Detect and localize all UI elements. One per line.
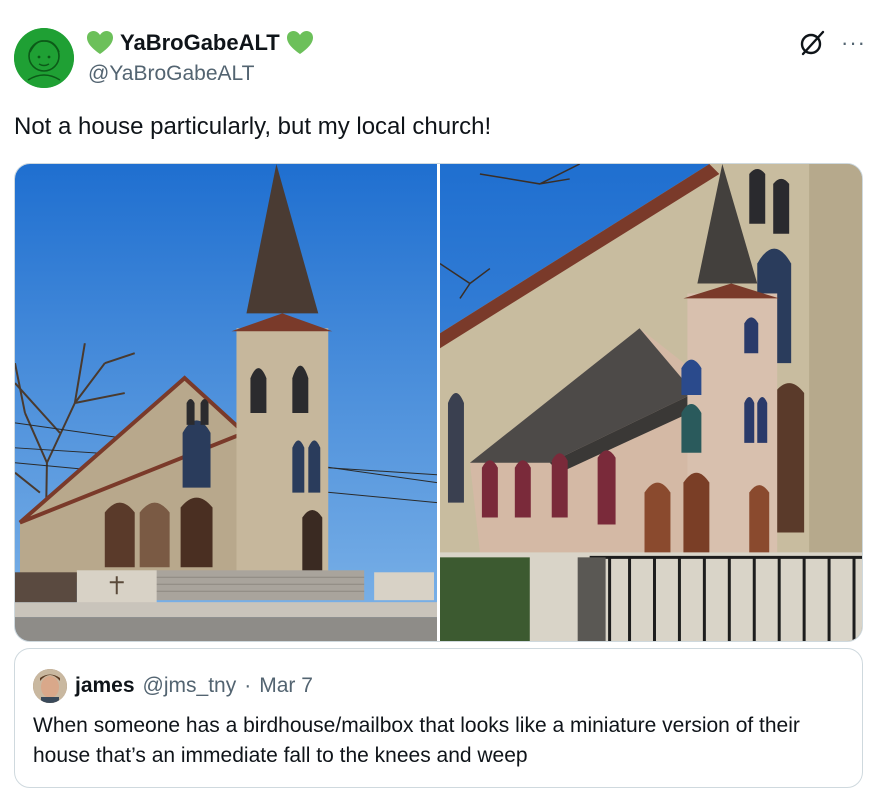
- tweet-actions-top: ···: [797, 28, 866, 58]
- grok-icon[interactable]: [797, 28, 827, 58]
- quoted-separator: ·: [244, 674, 252, 697]
- birdhouse-church-photo[interactable]: [440, 164, 862, 641]
- church-photo[interactable]: [15, 164, 437, 641]
- church-image: [15, 164, 437, 641]
- quoted-avatar-photo: [33, 669, 67, 703]
- media-gallery: [14, 163, 863, 642]
- quoted-author-handle[interactable]: @jms_tny: [143, 674, 237, 698]
- author-name-row[interactable]: YaBroGabeALT: [86, 28, 314, 58]
- green-heart-icon: [87, 31, 113, 54]
- author-display-name[interactable]: YaBroGabeALT: [120, 30, 280, 56]
- tweet-card[interactable]: YaBroGabeALT @YaBroGabeALT ··· Not a hou…: [0, 0, 888, 800]
- more-icon[interactable]: ···: [841, 32, 866, 54]
- author-handle[interactable]: @YaBroGabeALT: [88, 62, 254, 86]
- avatar-illustration: [14, 28, 74, 88]
- quoted-author-name[interactable]: james: [75, 674, 135, 698]
- quoted-tweet-text: When someone has a birdhouse/mailbox tha…: [33, 714, 800, 767]
- quoted-tweet[interactable]: james @jms_tny · Mar 7 When someone has …: [14, 648, 863, 788]
- tweet-text: Not a house particularly, but my local c…: [14, 113, 492, 140]
- author-avatar[interactable]: [14, 28, 74, 88]
- quoted-tweet-header: james @jms_tny · Mar 7: [33, 669, 844, 703]
- quoted-date[interactable]: Mar 7: [259, 674, 313, 698]
- quoted-author-avatar[interactable]: [33, 669, 67, 703]
- birdhouse-image: [440, 164, 862, 641]
- green-heart-icon: [286, 31, 313, 54]
